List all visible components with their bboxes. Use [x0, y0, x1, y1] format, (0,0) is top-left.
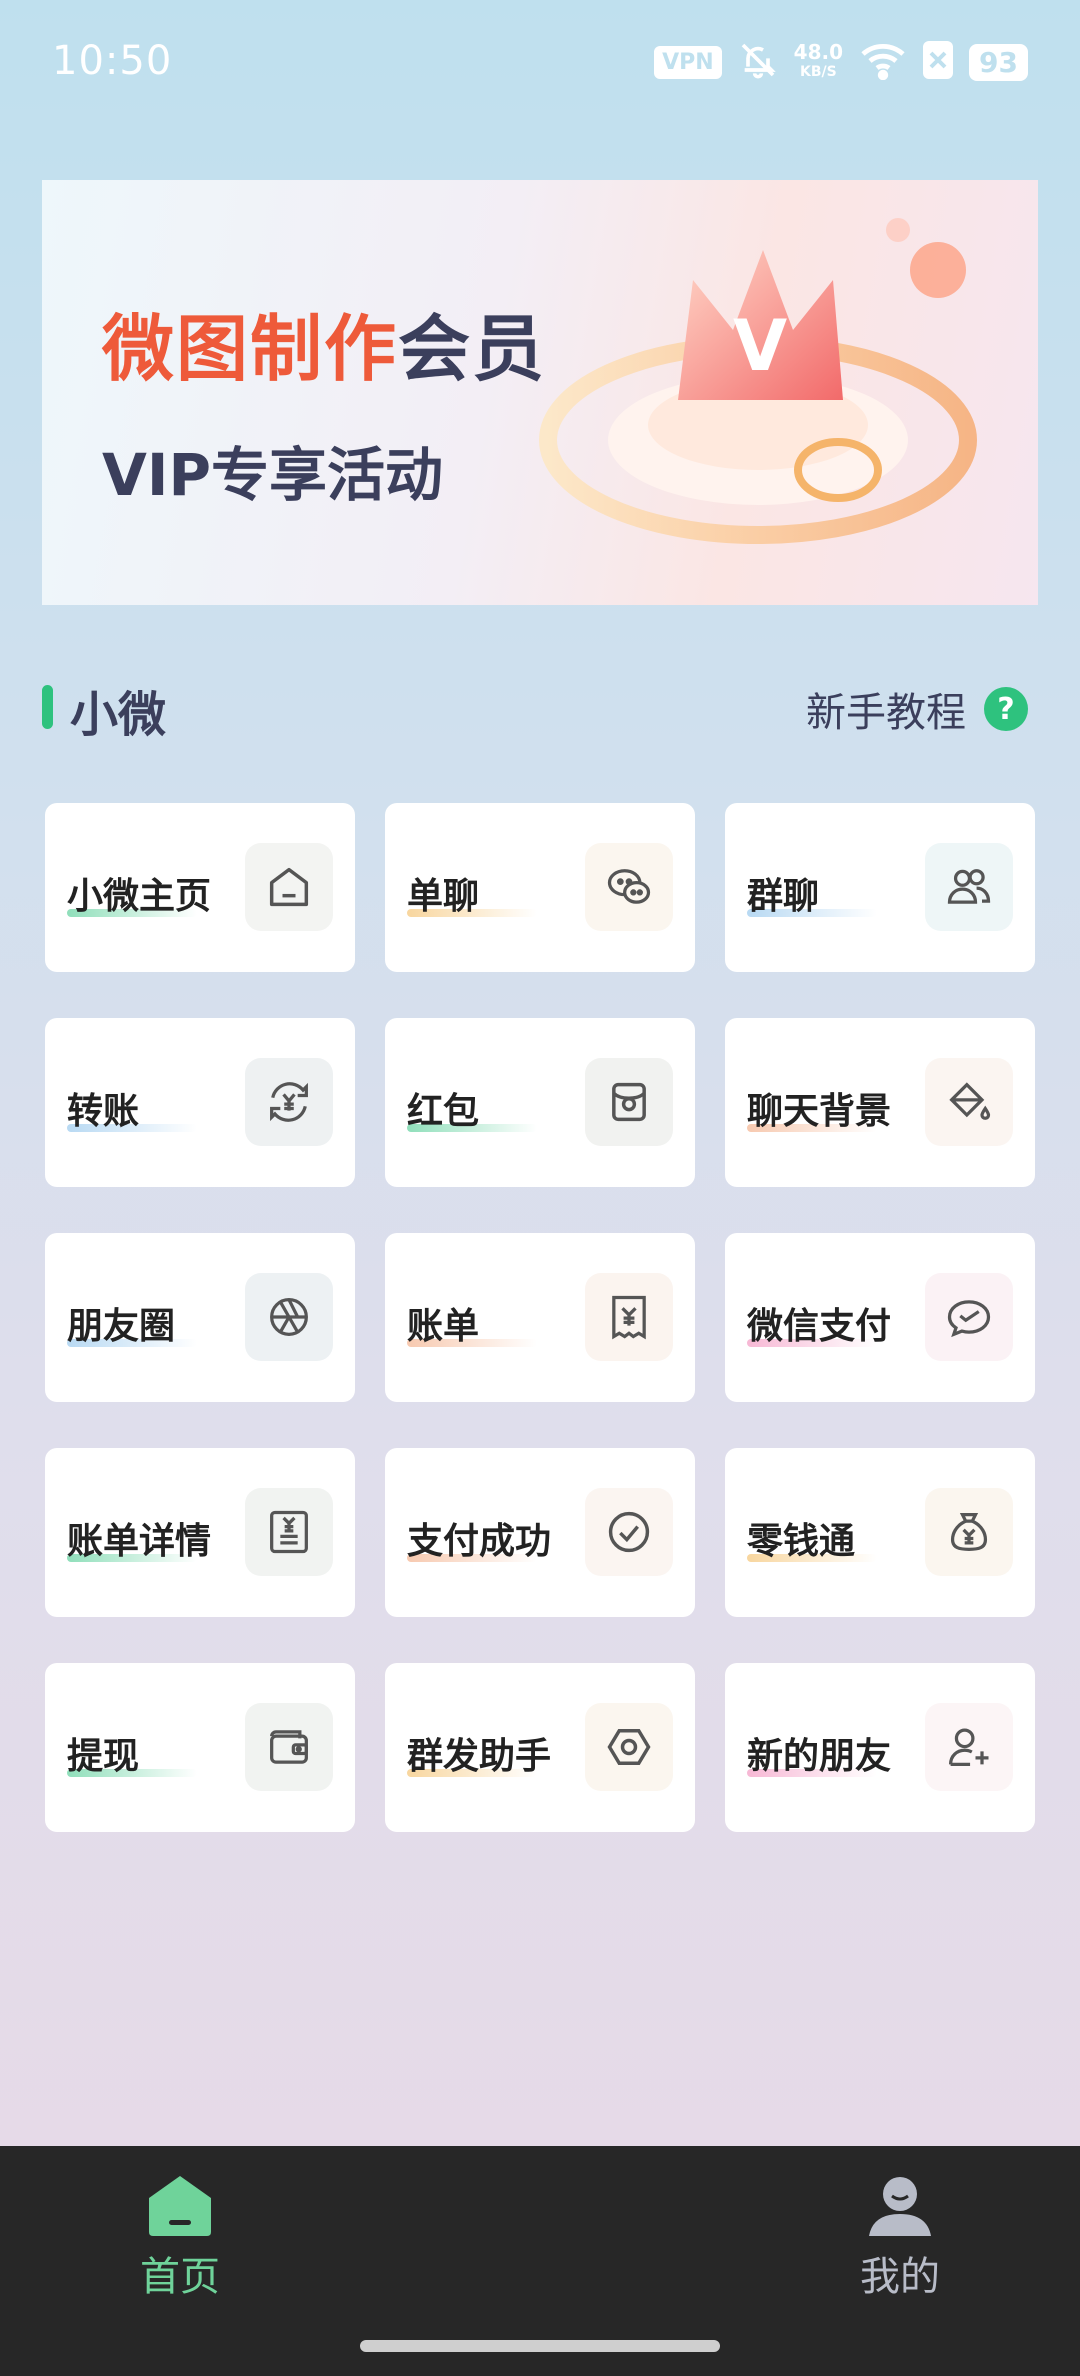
card-label: 单聊 — [407, 876, 480, 917]
banner-title: 微图制作会员 — [102, 307, 547, 391]
status-time: 10:50 — [52, 38, 173, 84]
card-group-chat[interactable]: 群聊 — [725, 803, 1035, 972]
section-accent-bar — [42, 685, 53, 729]
card-label: 提现 — [67, 1736, 140, 1777]
user-tab-icon — [869, 2177, 931, 2236]
vip-crown-illustration: V — [539, 218, 977, 544]
section-title: 小微 — [70, 687, 167, 743]
card-home[interactable]: 小微主页 — [45, 803, 355, 972]
red-packet-icon — [585, 1058, 673, 1146]
bill-yuan-icon — [585, 1273, 673, 1361]
card-label: 账单详情 — [67, 1521, 212, 1562]
card-broadcast-assistant[interactable]: 群发助手 — [385, 1663, 695, 1832]
card-label: 小微主页 — [67, 876, 212, 917]
status-icons: VPN 48.0 KB/S 93 — [654, 40, 1028, 84]
card-change-pass[interactable]: 零钱通 — [725, 1448, 1035, 1617]
card-label: 聊天背景 — [747, 1091, 892, 1132]
card-label: 支付成功 — [407, 1521, 552, 1562]
nav-mine-tab[interactable]: 我的 — [820, 2174, 980, 2302]
moments-icon — [245, 1273, 333, 1361]
vip-banner[interactable]: 微图制作会员 VIP专享活动 V — [42, 180, 1038, 605]
battery-indicator: 93 — [969, 43, 1028, 81]
tutorial-link[interactable]: 新手教程 ? — [806, 680, 1028, 738]
paint-bucket-icon — [925, 1058, 1013, 1146]
feature-grid: 小微主页 单聊 群聊 转账 红包 聊天背景 朋友圈 账单 微信支付 账单详情 支… — [45, 803, 1035, 1832]
svg-text:V: V — [733, 305, 787, 387]
card-bill-detail[interactable]: 账单详情 — [45, 1448, 355, 1617]
net-speed: 48.0 KB/S — [793, 40, 844, 80]
nav-mine-label: 我的 — [860, 2254, 940, 2300]
card-single-chat[interactable]: 单聊 — [385, 803, 695, 972]
card-chat-background[interactable]: 聊天背景 — [725, 1018, 1035, 1187]
card-label: 新的朋友 — [747, 1736, 892, 1777]
transfer-yuan-icon — [245, 1058, 333, 1146]
status-bar: 10:50 VPN 48.0 KB/S 93 — [0, 0, 1080, 125]
card-bill[interactable]: 账单 — [385, 1233, 695, 1402]
card-label: 朋友圈 — [67, 1306, 176, 1347]
card-label: 零钱通 — [747, 1521, 856, 1562]
wallet-icon — [245, 1703, 333, 1791]
card-payment-success[interactable]: 支付成功 — [385, 1448, 695, 1617]
help-icon: ? — [984, 687, 1028, 731]
nav-home-tab[interactable]: 首页 — [100, 2174, 260, 2302]
home-tab-icon — [149, 2176, 211, 2236]
nav-home-label: 首页 — [140, 2254, 220, 2300]
money-bag-icon — [925, 1488, 1013, 1576]
card-new-friends[interactable]: 新的朋友 — [725, 1663, 1035, 1832]
card-withdraw[interactable]: 提现 — [45, 1663, 355, 1832]
card-wechat-pay[interactable]: 微信支付 — [725, 1233, 1035, 1402]
add-friend-icon — [925, 1703, 1013, 1791]
card-label: 转账 — [67, 1091, 140, 1132]
card-label: 账单 — [407, 1306, 480, 1347]
sim-off-icon — [923, 41, 954, 83]
vpn-icon: VPN — [654, 45, 722, 79]
card-transfer[interactable]: 转账 — [45, 1018, 355, 1187]
tutorial-label: 新手教程 — [806, 690, 966, 736]
card-label: 微信支付 — [747, 1306, 892, 1347]
card-label: 红包 — [407, 1091, 480, 1132]
wifi-icon — [859, 40, 907, 84]
home-indicator[interactable] — [360, 2340, 720, 2352]
card-label: 群发助手 — [407, 1736, 552, 1777]
wechat-pay-icon — [925, 1273, 1013, 1361]
group-icon — [925, 843, 1013, 931]
card-moments[interactable]: 朋友圈 — [45, 1233, 355, 1402]
card-label: 群聊 — [747, 876, 820, 917]
banner-subtitle: VIP专享活动 — [102, 441, 443, 509]
hexagon-icon — [585, 1703, 673, 1791]
wechat-chat-icon — [585, 843, 673, 931]
card-red-packet[interactable]: 红包 — [385, 1018, 695, 1187]
mute-bell-icon — [738, 40, 778, 84]
bill-detail-icon — [245, 1488, 333, 1576]
check-circle-icon — [585, 1488, 673, 1576]
home-icon — [245, 843, 333, 931]
